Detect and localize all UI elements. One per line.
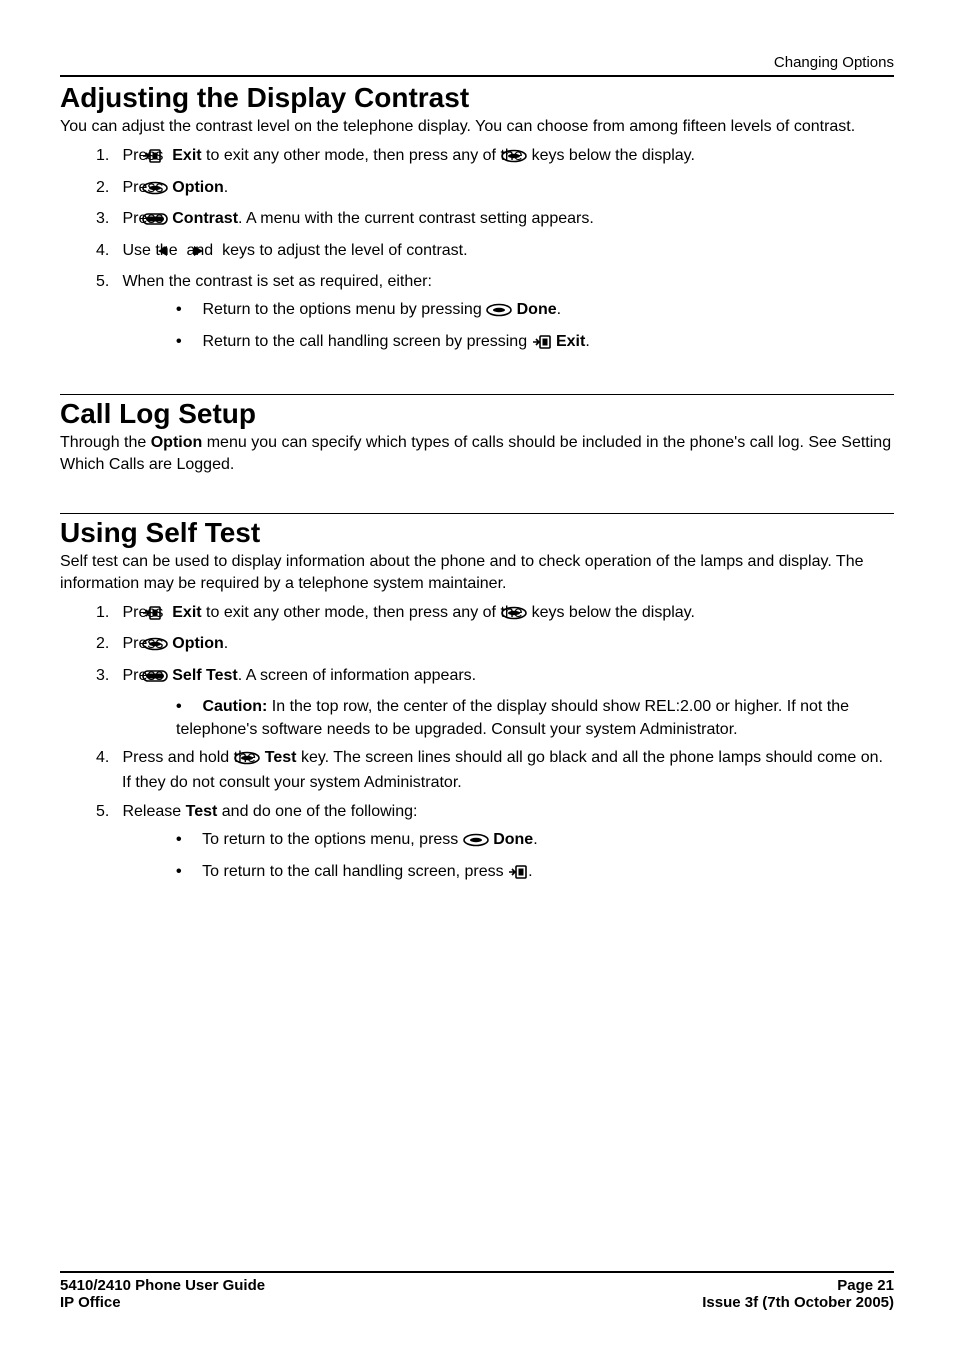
footer-product: IP Office bbox=[60, 1294, 121, 1311]
substeps: Caution: In the top row, the center of t… bbox=[122, 696, 894, 741]
option-label: Option bbox=[172, 635, 224, 652]
text: Return to the call handling screen by pr… bbox=[202, 333, 531, 350]
text: Use the bbox=[122, 242, 182, 259]
done-label: Done bbox=[493, 831, 533, 848]
section3-steps: 1. Press Exit to exit any other mode, th… bbox=[60, 602, 894, 886]
test-word: Test bbox=[186, 803, 218, 820]
substep: Return to the options menu by pressing D… bbox=[176, 299, 894, 324]
step: 1. Press Exit to exit any other mode, th… bbox=[96, 602, 894, 627]
text: to exit any other mode, then press any o… bbox=[206, 147, 527, 164]
section-title-call-log-setup: Call Log Setup bbox=[60, 399, 894, 430]
step: 5. When the contrast is set as required,… bbox=[96, 271, 894, 356]
selftest-label: Self Test bbox=[172, 667, 238, 684]
section-rule bbox=[60, 394, 894, 395]
step: 4. Use the and keys to adjust the level … bbox=[96, 240, 894, 265]
text: Through the bbox=[60, 434, 151, 451]
text: Release bbox=[122, 803, 185, 820]
page: Changing Options Adjusting the Display C… bbox=[0, 0, 954, 1351]
exit-icon bbox=[508, 864, 528, 886]
option-word: Option bbox=[151, 434, 203, 451]
softkey-icon bbox=[486, 302, 512, 324]
text: keys to adjust the level of contrast. bbox=[222, 242, 467, 259]
step: 4. Press and hold the Test key. The scre… bbox=[96, 747, 894, 795]
step: 2. Press Option. bbox=[96, 177, 894, 202]
step: 1. Press Exit to exit any other mode, th… bbox=[96, 145, 894, 170]
text: . A menu with the current contrast setti… bbox=[238, 210, 594, 227]
contrast-label: Contrast bbox=[172, 210, 238, 227]
text: . bbox=[528, 863, 532, 880]
section3-lead: Self test can be used to display informa… bbox=[60, 551, 894, 594]
substep: To return to the options menu, press Don… bbox=[176, 829, 894, 854]
section-rule bbox=[60, 513, 894, 514]
substep: Caution: In the top row, the center of t… bbox=[176, 696, 894, 741]
text: . bbox=[224, 635, 228, 652]
footer-guide-title: 5410/2410 Phone User Guide bbox=[60, 1277, 265, 1294]
step: 3. Press Self Test. A screen of informat… bbox=[96, 665, 894, 741]
done-label: Done bbox=[517, 301, 557, 318]
substep: To return to the call handling screen, p… bbox=[176, 861, 894, 886]
section2-lead: Through the Option menu you can specify … bbox=[60, 432, 894, 475]
text: to exit any other mode, then press any o… bbox=[206, 604, 527, 621]
text: In the top row, the center of the displa… bbox=[176, 698, 849, 737]
exit-label: Exit bbox=[172, 147, 201, 164]
step: 5. Release Test and do one of the follow… bbox=[96, 801, 894, 886]
exit-icon bbox=[532, 334, 552, 356]
exit-label: Exit bbox=[556, 333, 585, 350]
footer-issue: Issue 3f (7th October 2005) bbox=[702, 1294, 894, 1311]
text: To return to the options menu, press bbox=[202, 831, 463, 848]
softkey-icon bbox=[463, 832, 489, 854]
section1-lead: You can adjust the contrast level on the… bbox=[60, 116, 894, 138]
substeps: Return to the options menu by pressing D… bbox=[122, 299, 894, 356]
section-title-using-self-test: Using Self Test bbox=[60, 518, 894, 549]
footer-rule bbox=[60, 1271, 894, 1273]
text: . bbox=[224, 179, 228, 196]
substep: Return to the call handling screen by pr… bbox=[176, 331, 894, 356]
substeps: To return to the options menu, press Don… bbox=[122, 829, 894, 886]
exit-label: Exit bbox=[172, 604, 201, 621]
test-label: Test bbox=[265, 749, 297, 766]
section-title-adjusting-contrast: Adjusting the Display Contrast bbox=[60, 83, 894, 114]
option-label: Option bbox=[172, 179, 224, 196]
text: keys below the display. bbox=[532, 604, 695, 621]
text: keys below the display. bbox=[532, 147, 695, 164]
step: 2. Press Option. bbox=[96, 633, 894, 658]
text: and do one of the following: bbox=[217, 803, 417, 820]
page-footer: 5410/2410 Phone User Guide Page 21 IP Of… bbox=[60, 1271, 894, 1311]
text: . bbox=[585, 333, 589, 350]
caution-label: Caution: bbox=[202, 698, 267, 715]
text: . A screen of information appears. bbox=[238, 667, 476, 684]
text: When the contrast is set as required, ei… bbox=[122, 273, 431, 290]
header-rule bbox=[60, 75, 894, 77]
section1-steps: 1. Press Exit to exit any other mode, th… bbox=[60, 145, 894, 356]
text: To return to the call handling screen, p… bbox=[202, 863, 508, 880]
text: . bbox=[557, 301, 561, 318]
text: Return to the options menu by pressing bbox=[202, 301, 486, 318]
running-header: Changing Options bbox=[60, 54, 894, 71]
step: 3. Press Contrast. A menu with the curre… bbox=[96, 208, 894, 233]
text: . bbox=[533, 831, 537, 848]
footer-page-number: Page 21 bbox=[837, 1277, 894, 1294]
